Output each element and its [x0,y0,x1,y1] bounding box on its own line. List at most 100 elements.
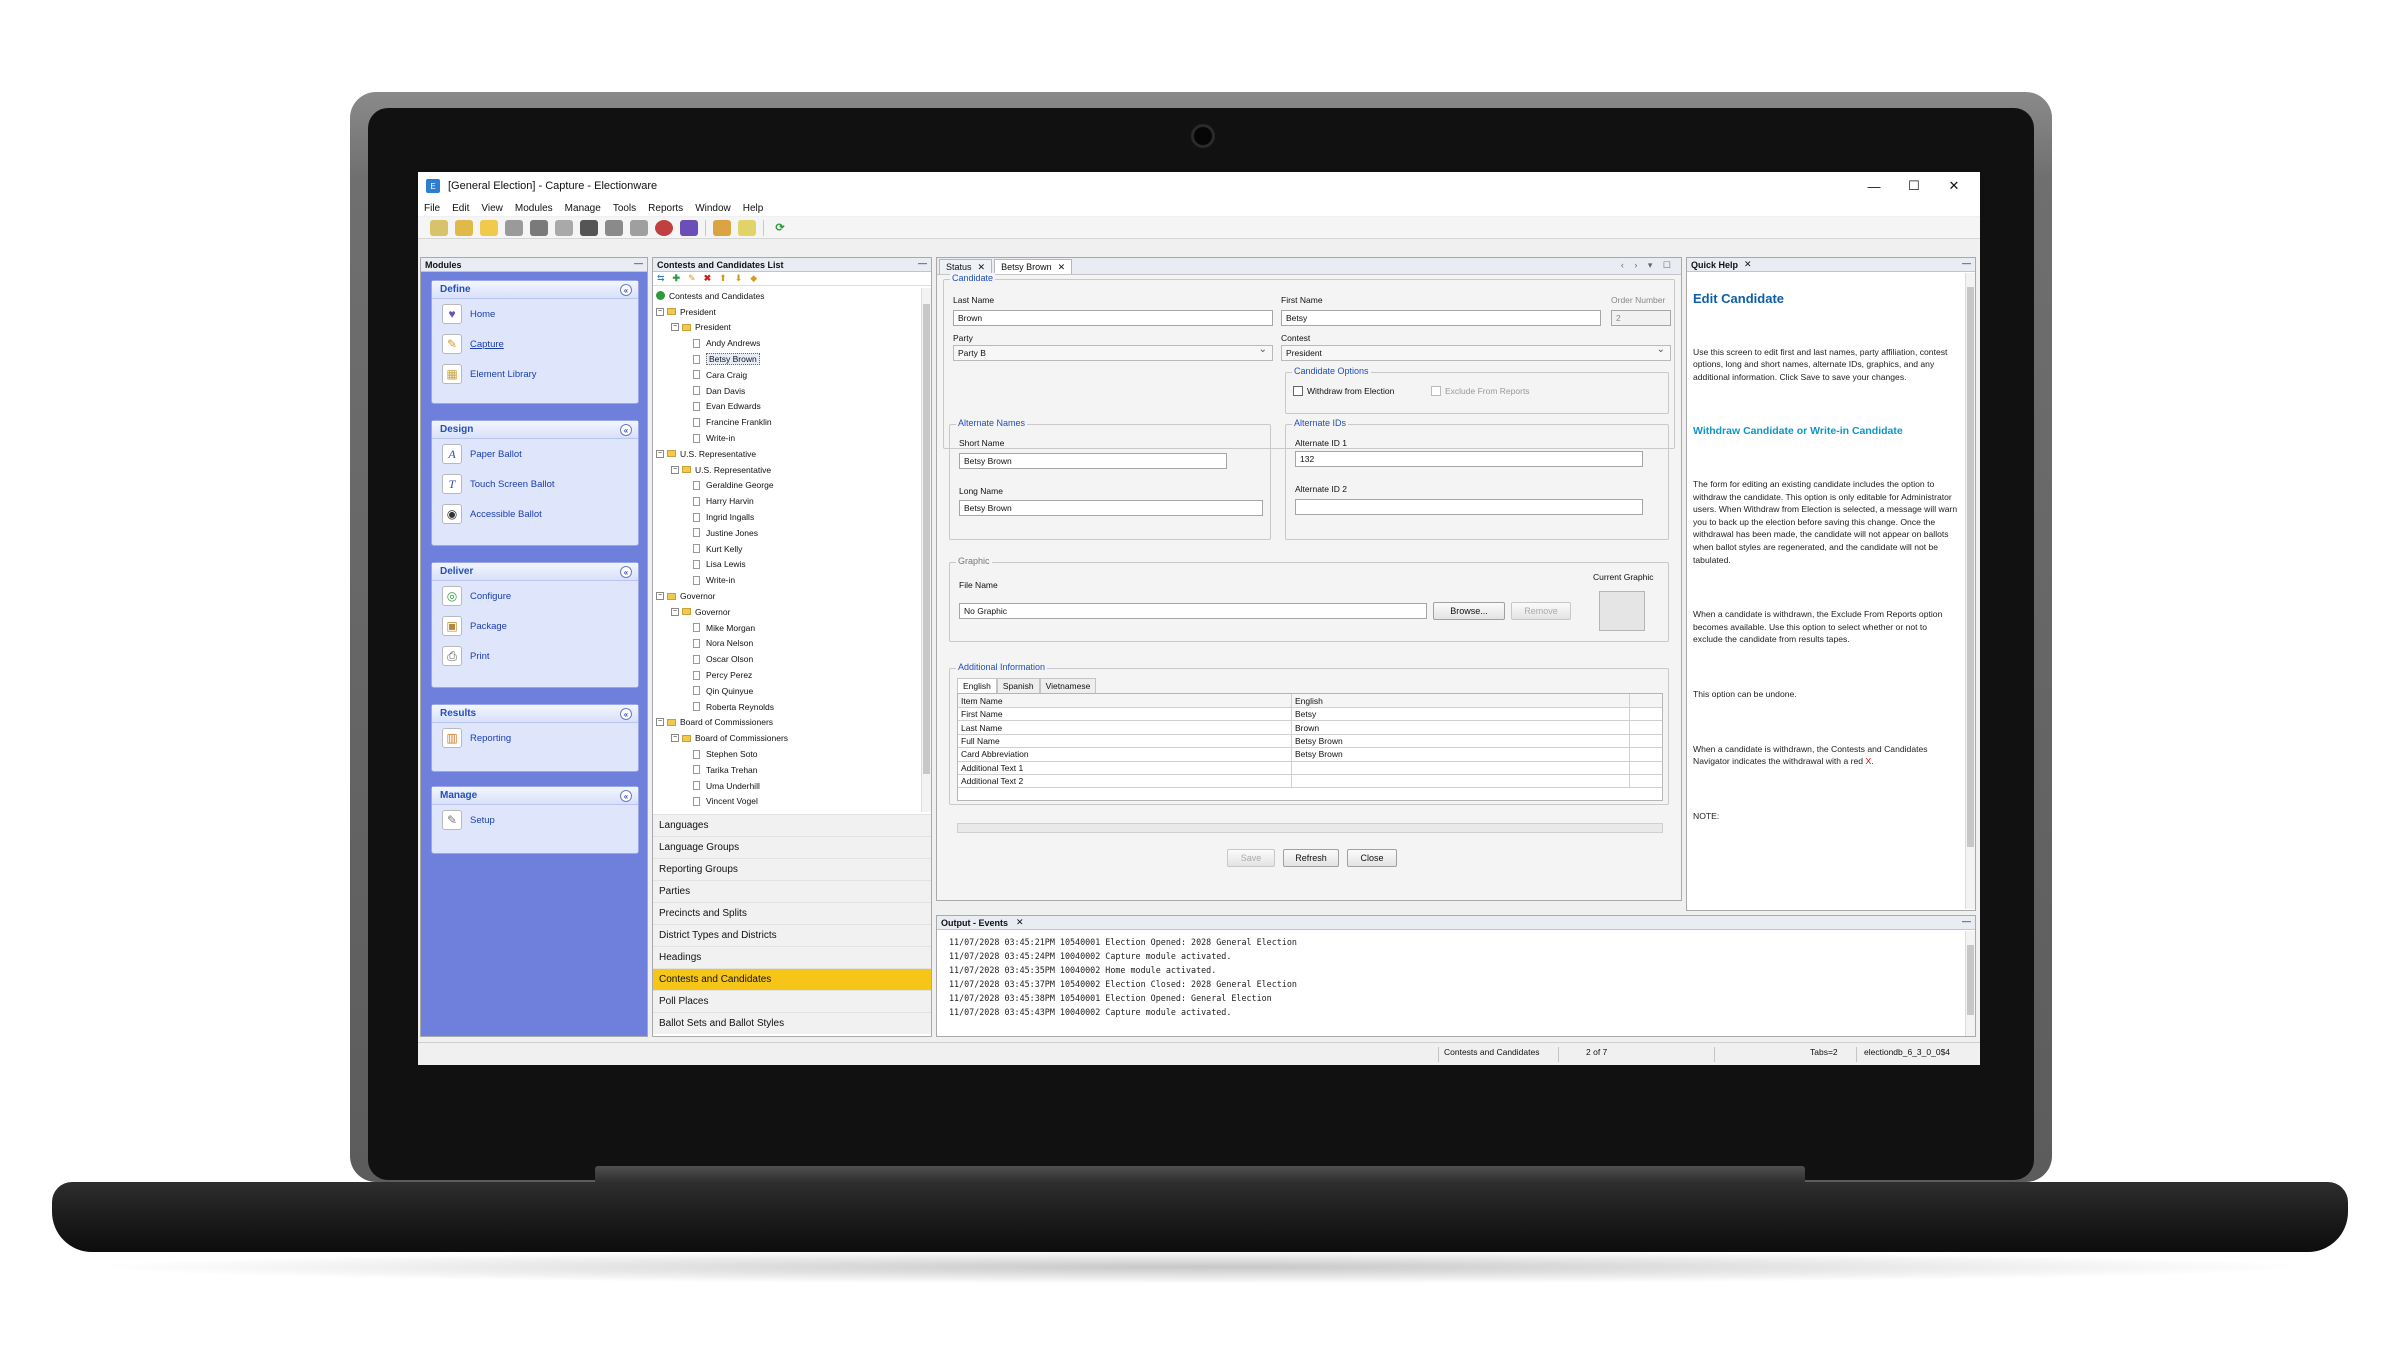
grid-english-value[interactable] [1292,774,1630,788]
wand-icon[interactable] [738,219,756,236]
browse-button[interactable]: Browse... [1433,602,1505,620]
alt-id1-input[interactable]: 132 [1295,451,1643,467]
withdraw-checkbox[interactable]: Withdraw from Election [1293,386,1394,396]
table-row[interactable]: Additional Text 2 [958,774,1662,789]
module-home[interactable]: ♥ Home [432,299,638,329]
module-group-title[interactable]: Results « [432,705,638,723]
nav-item[interactable]: Parties [653,880,931,902]
sync-icon[interactable]: ⇆ [657,273,665,284]
maximize-button[interactable]: ☐ [1894,172,1934,200]
expand-toggle-icon[interactable]: − [656,592,664,601]
nav-item[interactable]: Ballot Sets and Ballot Styles [653,1012,931,1034]
tree-candidate[interactable]: Percy Perez [653,667,921,683]
order-number-input[interactable]: 2 [1611,310,1671,326]
exclude-reports-checkbox[interactable]: Exclude From Reports [1431,386,1530,396]
backup-icon[interactable] [555,219,573,236]
long-name-input[interactable]: Betsy Brown [959,500,1263,516]
menu-manage[interactable]: Manage [565,203,601,214]
tree-candidate[interactable]: Tarika Trehan [653,762,921,778]
tree-candidate[interactable]: Kurt Kelly [653,541,921,557]
menu-view[interactable]: View [481,203,503,214]
party-select[interactable]: Party B [953,344,1273,361]
tree-candidate[interactable]: Betsy Brown [653,351,921,367]
user-icon[interactable] [655,219,673,236]
module-group-title[interactable]: Deliver « [432,563,638,581]
lang-tab-vietnamese[interactable]: Vietnamese [1039,678,1097,693]
output-scrollbar[interactable] [1965,931,1975,1036]
nav-item[interactable]: Contests and Candidates [653,968,931,990]
grid-english-value[interactable]: Betsy Brown [1292,734,1630,748]
tree-contest[interactable]: − U.S. Representative [653,446,921,462]
tree-candidate[interactable]: Qin Quinyue [653,683,921,699]
tab-candidate[interactable]: Betsy Brown ✕ [994,259,1073,274]
table-row[interactable]: Additional Text 1 [958,761,1662,775]
nav-item[interactable]: Poll Places [653,990,931,1012]
tree-candidate[interactable]: Dan Davis [653,383,921,399]
file-name-input[interactable]: No Graphic [959,603,1427,619]
refresh-button[interactable]: Refresh [1283,849,1339,867]
collapse-icon[interactable]: « [620,708,632,720]
tree-candidate[interactable]: Vincent Vogel [653,794,921,810]
scrollbar-thumb[interactable] [1967,945,1974,1015]
close-window-button[interactable]: ✕ [1934,172,1974,200]
menu-window[interactable]: Window [695,203,731,214]
nav-item[interactable]: District Types and Districts [653,924,931,946]
tree-candidate[interactable]: Evan Edwards [653,399,921,415]
remove-graphic-button[interactable]: Remove [1511,602,1571,620]
tree-candidate[interactable]: Roberta Reynolds [653,699,921,715]
table-row[interactable]: Card Abbreviation Betsy Brown [958,748,1662,762]
tree-root[interactable]: Contests and Candidates [653,288,921,304]
grid-english-value[interactable]: Brown [1292,721,1630,734]
tree-contest[interactable]: − President [653,304,921,320]
open-election-icon[interactable] [430,219,448,236]
menu-file[interactable]: File [424,203,440,214]
menu-modules[interactable]: Modules [515,203,553,214]
short-name-input[interactable]: Betsy Brown [959,453,1227,469]
contest-select[interactable]: President [1281,344,1671,361]
lang-tab-spanish[interactable]: Spanish [996,678,1040,693]
tree-candidate[interactable]: Mike Morgan [653,620,921,636]
nav-item[interactable]: Headings [653,946,931,968]
close-tab-icon[interactable]: ✕ [1744,259,1752,270]
new-election-icon[interactable] [455,219,473,236]
refresh-icon[interactable]: ⟳ [771,220,789,236]
panel-minimize-icon[interactable]: — [1962,258,1971,268]
table-row[interactable]: First Name Betsy [958,708,1662,722]
tree-contest[interactable]: − Governor [653,588,921,604]
tree-office[interactable]: − U.S. Representative [653,462,921,478]
tab-status[interactable]: Status ✕ [939,259,993,274]
module-capture[interactable]: ✎ Capture [432,329,638,359]
last-name-input[interactable]: Brown [953,310,1273,326]
tree-candidate[interactable]: Stephen Soto [653,746,921,762]
tree-candidate[interactable]: Francine Franklin [653,414,921,430]
nav-item[interactable]: Reporting Groups [653,858,931,880]
expand-toggle-icon[interactable]: − [671,323,679,332]
collapse-icon[interactable]: « [620,424,632,436]
sort-icon[interactable]: ◆ [750,273,757,284]
module-reporting[interactable]: ▥ Reporting [432,723,638,753]
expand-toggle-icon[interactable]: − [671,734,679,743]
module-setup[interactable]: ✎ Setup [432,805,638,835]
checkbox-box[interactable] [1293,386,1303,396]
module-group-title[interactable]: Design « [432,421,638,439]
close-tab-icon[interactable]: ✕ [1058,262,1066,273]
move-up-icon[interactable]: ⬆ [719,273,727,284]
editor-hscrollbar[interactable] [957,823,1663,833]
tree-candidate[interactable]: Lisa Lewis [653,557,921,573]
module-group-title[interactable]: Manage « [432,787,638,805]
archive-icon[interactable] [630,219,648,236]
menu-reports[interactable]: Reports [648,203,683,214]
checkbox-box[interactable] [1431,386,1441,396]
expand-toggle-icon[interactable]: − [671,465,679,474]
scrollbar-thumb[interactable] [923,304,930,774]
lang-tab-english[interactable]: English [957,678,997,693]
tree-candidate[interactable]: Ingrid Ingalls [653,509,921,525]
expand-toggle-icon[interactable]: − [656,449,664,458]
folder-icon[interactable] [480,219,498,236]
database-icon[interactable] [505,219,523,236]
scrollbar-thumb[interactable] [1967,287,1974,847]
module-print[interactable]: ⎙ Print [432,641,638,671]
report-icon[interactable] [713,219,731,236]
collapse-icon[interactable]: « [620,284,632,296]
menu-help[interactable]: Help [743,203,764,214]
